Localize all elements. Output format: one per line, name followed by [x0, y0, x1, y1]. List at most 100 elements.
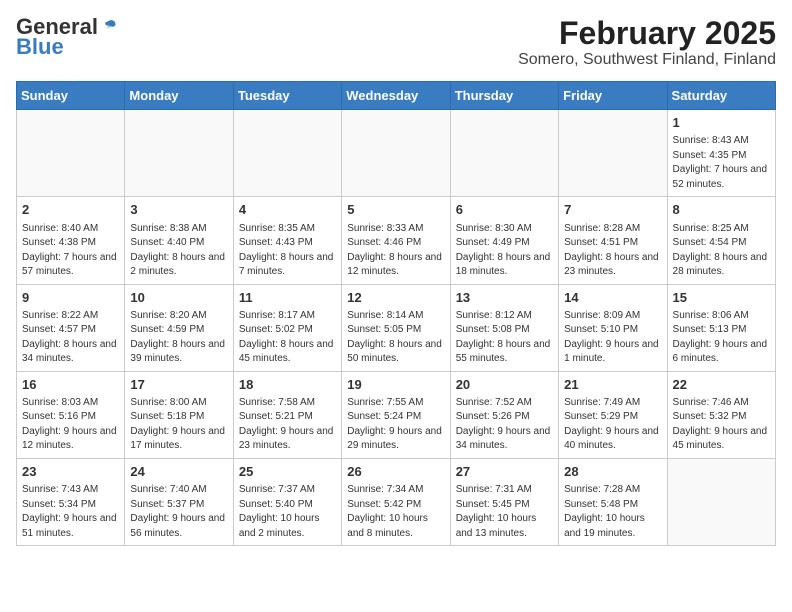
calendar-week-row: 2 Sunrise: 8:40 AMSunset: 4:38 PMDaylight… — [17, 197, 776, 284]
calendar-day-cell — [342, 110, 450, 197]
weekday-header: Wednesday — [342, 82, 450, 110]
day-info: Sunrise: 8:17 AMSunset: 5:02 PMDaylight:… — [239, 309, 336, 367]
calendar-header-row: SundayMondayTuesdayWednesdayThursdayFrid… — [17, 82, 776, 110]
calendar-day-cell: 3 Sunrise: 8:38 AMSunset: 4:40 PMDaylight… — [125, 197, 233, 284]
calendar-week-row: 1 Sunrise: 8:43 AMSunset: 4:35 PMDaylight… — [17, 110, 776, 197]
calendar-day-cell: 4 Sunrise: 8:35 AMSunset: 4:43 PMDaylight… — [233, 197, 341, 284]
calendar-day-cell: 20 Sunrise: 7:52 AMSunset: 5:26 PMDayligh… — [450, 371, 558, 458]
calendar-day-cell: 23 Sunrise: 7:43 AMSunset: 5:34 PMDayligh… — [17, 458, 125, 545]
calendar-day-cell: 27Sunrise: 7:31 AMSunset: 5:45 PMDayligh… — [450, 458, 558, 545]
day-number: 19 — [347, 376, 444, 394]
day-number: 5 — [347, 201, 444, 219]
day-info: Sunrise: 8:22 AMSunset: 4:57 PMDaylight:… — [22, 309, 119, 367]
day-number: 21 — [564, 376, 661, 394]
day-info: Sunrise: 8:38 AMSunset: 4:40 PMDaylight:… — [130, 222, 227, 280]
weekday-header: Thursday — [450, 82, 558, 110]
logo-blue-text: Blue — [16, 34, 64, 60]
calendar-day-cell: 24 Sunrise: 7:40 AMSunset: 5:37 PMDayligh… — [125, 458, 233, 545]
day-info: Sunrise: 7:40 AMSunset: 5:37 PMDaylight:… — [130, 483, 227, 541]
day-info: Sunrise: 8:03 AMSunset: 5:16 PMDaylight:… — [22, 396, 119, 454]
day-number: 25 — [239, 463, 336, 481]
calendar-day-cell: 28 Sunrise: 7:28 AMSunset: 5:48 PMDayligh… — [559, 458, 667, 545]
day-number: 28 — [564, 463, 661, 481]
day-info: Sunrise: 8:43 AMSunset: 4:35 PMDaylight:… — [673, 134, 770, 192]
weekday-header: Friday — [559, 82, 667, 110]
day-number: 22 — [673, 376, 770, 394]
day-number: 4 — [239, 201, 336, 219]
page-header: General Blue February 2025 Somero, South… — [16, 16, 776, 69]
day-info: Sunrise: 7:34 AMSunset: 5:42 PMDaylight:… — [347, 483, 444, 541]
calendar-day-cell: 6 Sunrise: 8:30 AMSunset: 4:49 PMDaylight… — [450, 197, 558, 284]
day-number: 7 — [564, 201, 661, 219]
calendar-day-cell: 22 Sunrise: 7:46 AMSunset: 5:32 PMDayligh… — [667, 371, 775, 458]
calendar-day-cell — [667, 458, 775, 545]
day-number: 15 — [673, 289, 770, 307]
logo-bird-icon — [100, 18, 118, 36]
calendar-day-cell: 1 Sunrise: 8:43 AMSunset: 4:35 PMDaylight… — [667, 110, 775, 197]
day-info: Sunrise: 8:40 AMSunset: 4:38 PMDaylight:… — [22, 222, 119, 280]
day-info: Sunrise: 8:33 AMSunset: 4:46 PMDaylight:… — [347, 222, 444, 280]
day-info: Sunrise: 8:09 AMSunset: 5:10 PMDaylight:… — [564, 309, 661, 367]
calendar-day-cell: 15 Sunrise: 8:06 AMSunset: 5:13 PMDayligh… — [667, 284, 775, 371]
calendar-day-cell — [233, 110, 341, 197]
day-info: Sunrise: 8:00 AMSunset: 5:18 PMDaylight:… — [130, 396, 227, 454]
day-info: Sunrise: 8:20 AMSunset: 4:59 PMDaylight:… — [130, 309, 227, 367]
day-info: Sunrise: 8:14 AMSunset: 5:05 PMDaylight:… — [347, 309, 444, 367]
day-number: 20 — [456, 376, 553, 394]
calendar-day-cell: 17Sunrise: 8:00 AMSunset: 5:18 PMDayligh… — [125, 371, 233, 458]
day-number: 8 — [673, 201, 770, 219]
day-info: Sunrise: 7:46 AMSunset: 5:32 PMDaylight:… — [673, 396, 770, 454]
calendar-day-cell: 21 Sunrise: 7:49 AMSunset: 5:29 PMDayligh… — [559, 371, 667, 458]
day-number: 1 — [673, 114, 770, 132]
calendar-day-cell: 12 Sunrise: 8:14 AMSunset: 5:05 PMDayligh… — [342, 284, 450, 371]
day-number: 6 — [456, 201, 553, 219]
day-number: 16 — [22, 376, 119, 394]
day-info: Sunrise: 8:35 AMSunset: 4:43 PMDaylight:… — [239, 222, 336, 280]
day-info: Sunrise: 7:37 AMSunset: 5:40 PMDaylight:… — [239, 483, 336, 541]
calendar-week-row: 23 Sunrise: 7:43 AMSunset: 5:34 PMDayligh… — [17, 458, 776, 545]
day-info: Sunrise: 7:49 AMSunset: 5:29 PMDaylight:… — [564, 396, 661, 454]
day-info: Sunrise: 8:25 AMSunset: 4:54 PMDaylight:… — [673, 222, 770, 280]
day-info: Sunrise: 7:31 AMSunset: 5:45 PMDaylight:… — [456, 483, 553, 541]
day-info: Sunrise: 7:58 AMSunset: 5:21 PMDaylight:… — [239, 396, 336, 454]
day-number: 18 — [239, 376, 336, 394]
title-block: February 2025 Somero, Southwest Finland,… — [518, 16, 776, 69]
calendar-week-row: 9 Sunrise: 8:22 AMSunset: 4:57 PMDaylight… — [17, 284, 776, 371]
calendar-day-cell — [125, 110, 233, 197]
calendar-week-row: 16 Sunrise: 8:03 AMSunset: 5:16 PMDayligh… — [17, 371, 776, 458]
calendar-day-cell — [559, 110, 667, 197]
day-info: Sunrise: 8:12 AMSunset: 5:08 PMDaylight:… — [456, 309, 553, 367]
calendar-day-cell: 5 Sunrise: 8:33 AMSunset: 4:46 PMDaylight… — [342, 197, 450, 284]
weekday-header: Sunday — [17, 82, 125, 110]
calendar-day-cell — [17, 110, 125, 197]
calendar-day-cell: 7 Sunrise: 8:28 AMSunset: 4:51 PMDaylight… — [559, 197, 667, 284]
calendar-table: SundayMondayTuesdayWednesdayThursdayFrid… — [16, 81, 776, 546]
day-number: 23 — [22, 463, 119, 481]
day-info: Sunrise: 8:28 AMSunset: 4:51 PMDaylight:… — [564, 222, 661, 280]
calendar-day-cell: 18 Sunrise: 7:58 AMSunset: 5:21 PMDayligh… — [233, 371, 341, 458]
day-number: 10 — [130, 289, 227, 307]
day-info: Sunrise: 7:52 AMSunset: 5:26 PMDaylight:… — [456, 396, 553, 454]
day-info: Sunrise: 7:28 AMSunset: 5:48 PMDaylight:… — [564, 483, 661, 541]
calendar-day-cell: 2 Sunrise: 8:40 AMSunset: 4:38 PMDaylight… — [17, 197, 125, 284]
day-number: 9 — [22, 289, 119, 307]
day-number: 13 — [456, 289, 553, 307]
day-info: Sunrise: 8:30 AMSunset: 4:49 PMDaylight:… — [456, 222, 553, 280]
weekday-header: Tuesday — [233, 82, 341, 110]
day-number: 26 — [347, 463, 444, 481]
day-info: Sunrise: 7:43 AMSunset: 5:34 PMDaylight:… — [22, 483, 119, 541]
page-title: February 2025 — [518, 16, 776, 51]
calendar-day-cell: 16 Sunrise: 8:03 AMSunset: 5:16 PMDayligh… — [17, 371, 125, 458]
calendar-day-cell: 8 Sunrise: 8:25 AMSunset: 4:54 PMDaylight… — [667, 197, 775, 284]
day-number: 11 — [239, 289, 336, 307]
calendar-day-cell: 11 Sunrise: 8:17 AMSunset: 5:02 PMDayligh… — [233, 284, 341, 371]
weekday-header: Saturday — [667, 82, 775, 110]
logo: General Blue — [16, 16, 118, 60]
calendar-day-cell: 10 Sunrise: 8:20 AMSunset: 4:59 PMDayligh… — [125, 284, 233, 371]
weekday-header: Monday — [125, 82, 233, 110]
day-info: Sunrise: 8:06 AMSunset: 5:13 PMDaylight:… — [673, 309, 770, 367]
day-number: 12 — [347, 289, 444, 307]
day-number: 24 — [130, 463, 227, 481]
day-number: 2 — [22, 201, 119, 219]
day-number: 3 — [130, 201, 227, 219]
